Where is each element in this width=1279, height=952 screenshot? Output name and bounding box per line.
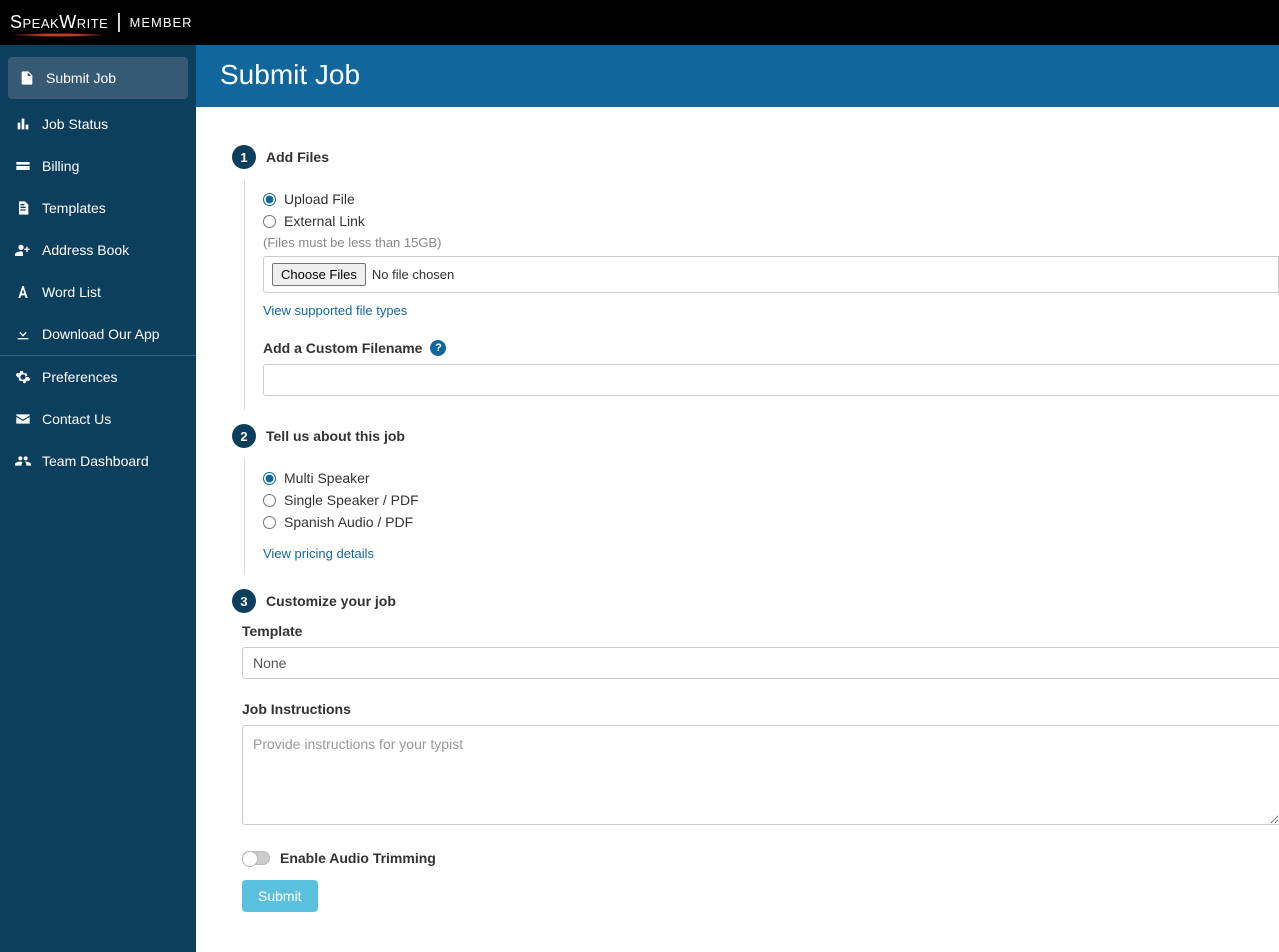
sidebar-item-label: Team Dashboard — [42, 453, 149, 469]
radio-input[interactable] — [263, 472, 276, 485]
radio-label: Spanish Audio / PDF — [284, 514, 413, 530]
sidebar-item-label: Templates — [42, 200, 106, 216]
sidebar-item-job-status[interactable]: Job Status — [0, 103, 196, 145]
step-title: Customize your job — [266, 593, 396, 609]
template-label: Template — [242, 623, 1279, 639]
choose-files-button[interactable]: Choose Files — [272, 263, 366, 286]
bar-chart-icon — [14, 115, 32, 133]
document-icon — [14, 199, 32, 217]
step-number-badge: 2 — [232, 424, 256, 448]
sidebar-item-team-dashboard[interactable]: Team Dashboard — [0, 440, 196, 482]
sidebar-item-label: Submit Job — [46, 70, 116, 86]
custom-filename-label: Add a Custom Filename ? — [263, 340, 1279, 356]
help-icon[interactable]: ? — [430, 340, 446, 356]
radio-input[interactable] — [263, 494, 276, 507]
page-title: Submit Job — [220, 59, 1255, 91]
file-chosen-label: No file chosen — [372, 267, 454, 282]
radio-multi-speaker[interactable]: Multi Speaker — [263, 470, 1279, 486]
radio-label: Upload File — [284, 191, 355, 207]
top-bar: SpeakWrite | MEMBER — [0, 0, 1279, 45]
job-instructions-textarea[interactable] — [242, 725, 1279, 825]
credit-card-icon — [14, 157, 32, 175]
sidebar-item-label: Address Book — [42, 242, 129, 258]
sidebar-item-label: Contact Us — [42, 411, 111, 427]
sidebar-item-label: Preferences — [42, 369, 117, 385]
supported-file-types-link[interactable]: View supported file types — [263, 303, 407, 318]
sidebar-item-billing[interactable]: Billing — [0, 145, 196, 187]
page-header: Submit Job — [196, 45, 1279, 107]
radio-input[interactable] — [263, 215, 276, 228]
step-3-header: 3 Customize your job — [232, 589, 1279, 613]
sidebar-item-label: Job Status — [42, 116, 108, 132]
main-content: Submit Job 1 Add Files Upload File Exter… — [196, 45, 1279, 952]
radio-spanish-audio[interactable]: Spanish Audio / PDF — [263, 514, 1279, 530]
audio-trimming-label: Enable Audio Trimming — [280, 850, 436, 866]
audio-trimming-row: Enable Audio Trimming — [242, 850, 1279, 866]
logo-divider: | — [116, 11, 121, 34]
pricing-details-link[interactable]: View pricing details — [263, 546, 374, 561]
font-icon — [14, 283, 32, 301]
file-size-hint: (Files must be less than 15GB) — [263, 235, 1279, 250]
logo-text: SpeakWrite — [10, 12, 108, 33]
sidebar-item-templates[interactable]: Templates — [0, 187, 196, 229]
radio-upload-file[interactable]: Upload File — [263, 191, 1279, 207]
sidebar-item-submit-job[interactable]: Submit Job — [8, 57, 188, 99]
envelope-icon — [14, 410, 32, 428]
download-icon — [14, 325, 32, 343]
people-icon — [14, 452, 32, 470]
radio-input[interactable] — [263, 193, 276, 206]
step-title: Add Files — [266, 149, 329, 165]
sidebar-item-word-list[interactable]: Word List — [0, 271, 196, 313]
radio-label: External Link — [284, 213, 365, 229]
step-title: Tell us about this job — [266, 428, 405, 444]
step-2-header: 2 Tell us about this job — [232, 424, 1279, 448]
file-upload-icon — [18, 69, 36, 87]
template-select[interactable]: None — [242, 647, 1279, 679]
sidebar-item-label: Word List — [42, 284, 101, 300]
sidebar-item-contact-us[interactable]: Contact Us — [0, 398, 196, 440]
sidebar-item-preferences[interactable]: Preferences — [0, 356, 196, 398]
sidebar-item-label: Billing — [42, 158, 79, 174]
audio-trimming-toggle[interactable] — [242, 851, 270, 865]
job-instructions-label: Job Instructions — [242, 701, 1279, 717]
step-1-header: 1 Add Files — [232, 145, 1279, 169]
radio-label: Single Speaker / PDF — [284, 492, 419, 508]
person-plus-icon — [14, 241, 32, 259]
radio-input[interactable] — [263, 516, 276, 529]
radio-single-speaker[interactable]: Single Speaker / PDF — [263, 492, 1279, 508]
step-number-badge: 3 — [232, 589, 256, 613]
step-number-badge: 1 — [232, 145, 256, 169]
member-badge: MEMBER — [130, 15, 193, 30]
file-chooser[interactable]: Choose Files No file chosen — [263, 256, 1279, 293]
custom-filename-input[interactable] — [263, 364, 1279, 396]
sidebar: Submit Job Job Status Billing Templates … — [0, 45, 196, 952]
sidebar-item-address-book[interactable]: Address Book — [0, 229, 196, 271]
logo[interactable]: SpeakWrite | MEMBER — [10, 11, 193, 34]
submit-button[interactable]: Submit — [242, 880, 318, 912]
gear-icon — [14, 368, 32, 386]
sidebar-item-label: Download Our App — [42, 326, 160, 342]
radio-external-link[interactable]: External Link — [263, 213, 1279, 229]
radio-label: Multi Speaker — [284, 470, 370, 486]
sidebar-item-download-app[interactable]: Download Our App — [0, 313, 196, 355]
